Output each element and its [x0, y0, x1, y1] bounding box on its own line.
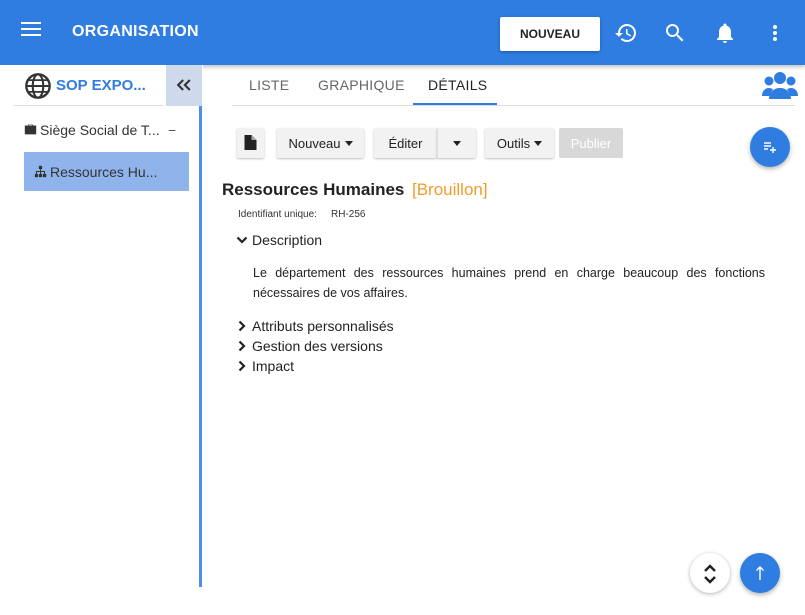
section-label: Impact: [252, 358, 295, 374]
add-to-list-button[interactable]: [750, 127, 790, 167]
sitemap-icon: [34, 165, 47, 178]
nouveau-dropdown-button[interactable]: Nouveau: [277, 128, 364, 158]
section-attributes-toggle[interactable]: Attributs personnalisés: [236, 318, 394, 334]
view-tabs: LISTE GRAPHIQUE DÉTAILS: [232, 65, 795, 106]
new-button[interactable]: NOUVEAU: [500, 17, 600, 51]
outils-dropdown-button[interactable]: Outils: [485, 128, 554, 158]
expand-collapse-button[interactable]: [690, 553, 730, 593]
scroll-to-top-button[interactable]: [740, 553, 780, 593]
arrow-up-icon: [756, 566, 764, 580]
organisation-header[interactable]: SOP EXPO...: [14, 66, 163, 106]
document-icon: [244, 135, 257, 150]
double-chevron-left-icon: [176, 79, 191, 91]
caret-down-icon: [344, 140, 353, 146]
document-button[interactable]: [237, 128, 264, 158]
menu-icon[interactable]: [21, 22, 41, 42]
bell-icon[interactable]: [713, 21, 737, 45]
unfold-icon: [704, 564, 716, 584]
chevron-right-icon: [238, 340, 246, 352]
caret-down-icon: [534, 140, 543, 146]
active-tab-indicator: [413, 103, 497, 105]
chevron-right-icon: [238, 360, 246, 372]
unique-id-value: RH-256: [331, 209, 366, 220]
chevron-right-icon: [238, 320, 246, 332]
sidebar: [0, 65, 203, 615]
section-versions-toggle[interactable]: Gestion des versions: [236, 338, 383, 354]
section-label: Attributs personnalisés: [252, 318, 394, 334]
tab-graphique[interactable]: GRAPHIQUE: [318, 77, 405, 93]
more-vert-icon[interactable]: [763, 21, 787, 45]
tree-item-siege-social[interactable]: Siège Social de T...: [24, 122, 160, 144]
editer-button[interactable]: Éditer: [374, 128, 437, 158]
sidebar-divider[interactable]: [199, 65, 202, 587]
status-badge: [Brouillon]: [412, 180, 488, 199]
tab-details[interactable]: DÉTAILS: [428, 77, 487, 93]
editer-dropdown-toggle[interactable]: [437, 128, 476, 158]
nouveau-label: Nouveau: [288, 135, 341, 151]
organisation-name: SOP EXPO...: [56, 77, 146, 94]
users-icon[interactable]: [762, 69, 798, 101]
entity-title: Ressources Humaines: [222, 180, 405, 199]
unique-id-label: Identifiant unique:: [238, 209, 317, 220]
tab-liste[interactable]: LISTE: [249, 77, 289, 93]
section-label: Description: [252, 232, 323, 248]
section-description-toggle[interactable]: Description: [236, 232, 322, 248]
collapse-node-toggle[interactable]: −: [168, 122, 176, 138]
chevron-down-icon: [236, 236, 248, 244]
app-title: ORGANISATION: [72, 23, 199, 40]
tree-item-label: Siège Social de T...: [40, 122, 160, 138]
globe-icon: [25, 73, 51, 99]
collapse-sidebar-button[interactable]: [166, 65, 202, 106]
search-icon[interactable]: [663, 21, 687, 45]
playlist-add-icon: [764, 142, 776, 153]
section-impact-toggle[interactable]: Impact: [236, 358, 294, 374]
caret-down-icon: [453, 140, 461, 146]
history-icon[interactable]: [614, 21, 638, 45]
outils-label: Outils: [496, 135, 531, 151]
description-text: Le département des ressources humaines p…: [253, 266, 765, 300]
top-app-bar: ORGANISATION NOUVEAU: [0, 0, 805, 65]
section-label: Gestion des versions: [252, 338, 383, 354]
briefcase-icon: [24, 124, 37, 135]
publier-button[interactable]: Publier: [559, 128, 623, 158]
tree-item-ressources-humaines[interactable]: Ressources Hu...: [24, 152, 189, 191]
tree-item-label: Ressources Hu...: [50, 164, 158, 180]
